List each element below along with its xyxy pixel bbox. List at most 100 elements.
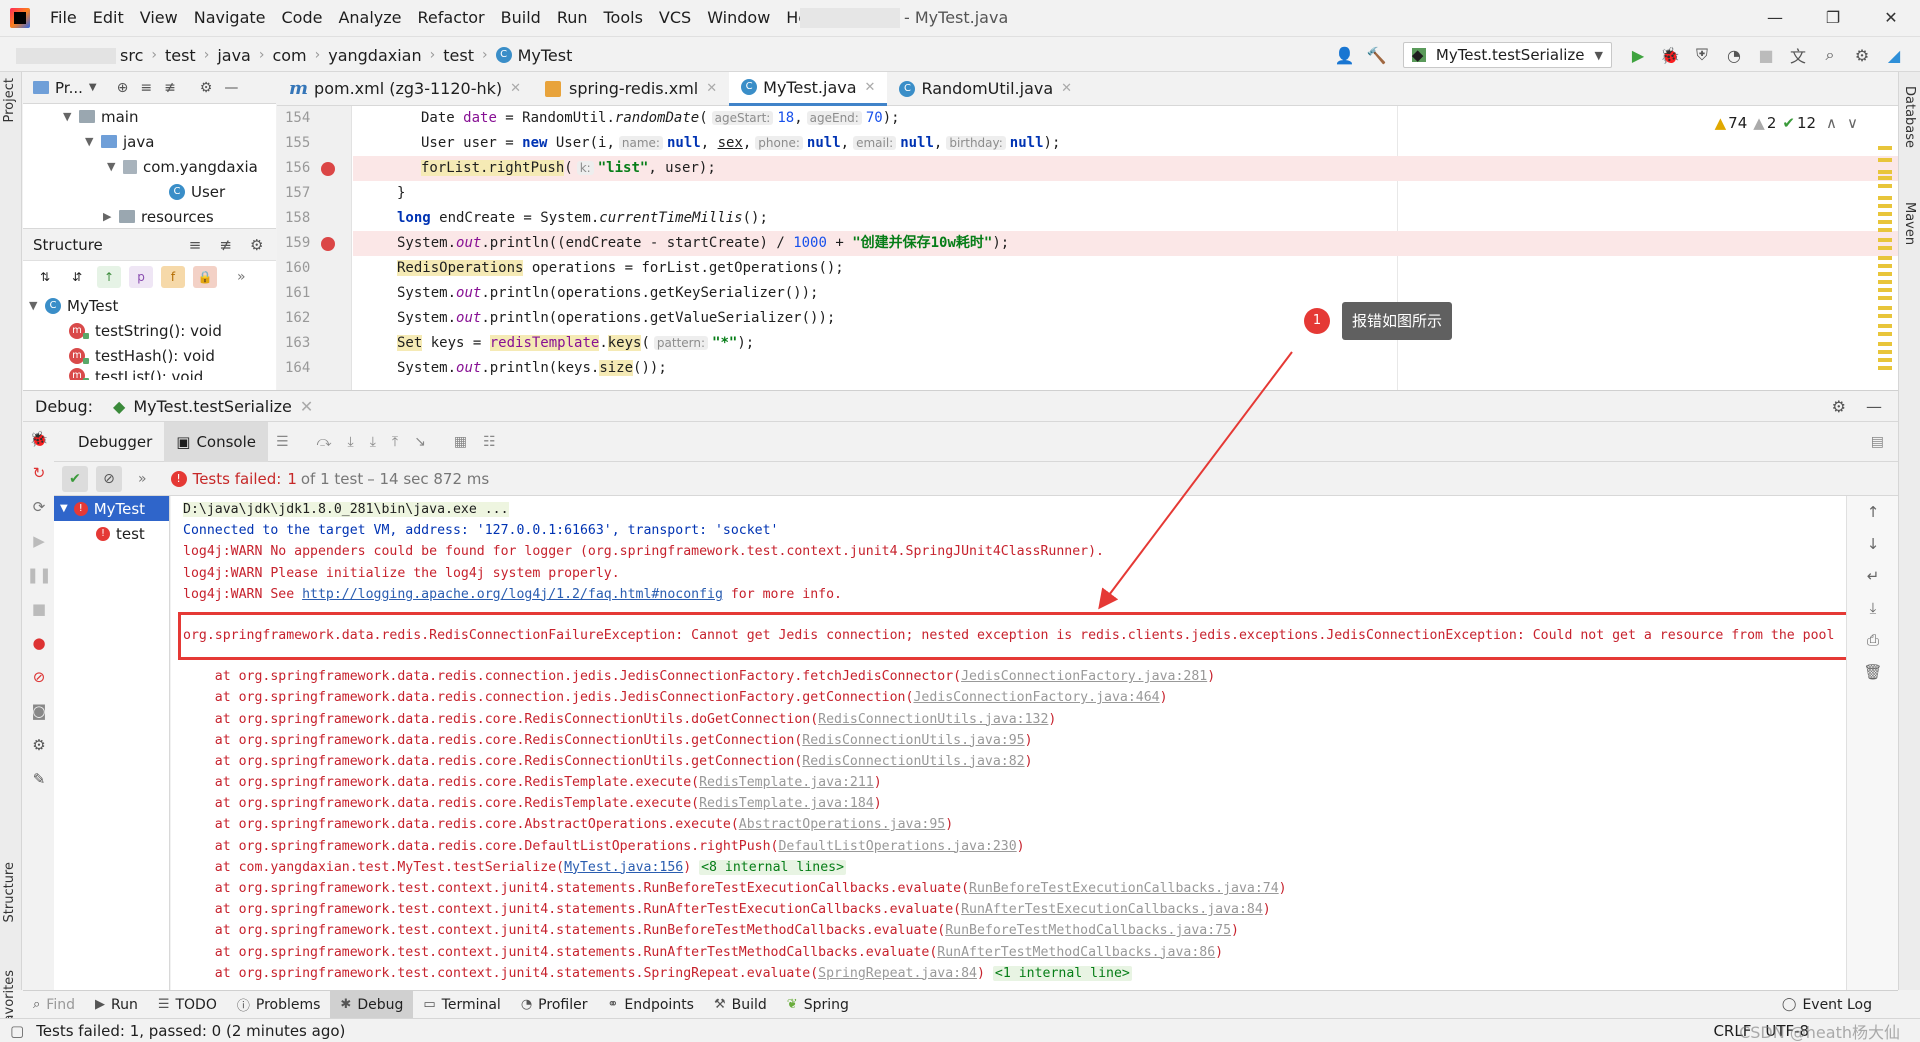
- line-number-breakpoint[interactable]: 156: [277, 156, 351, 181]
- inspection-widget[interactable]: ▲ 74 ▲ 2 ✔ 12 ∧ ∨: [1709, 114, 1858, 132]
- sort-alpha-icon[interactable]: ⇵: [65, 266, 89, 288]
- warning-marker[interactable]: [1878, 146, 1892, 150]
- source-link[interactable]: RedisConnectionUtils.java:132: [818, 712, 1048, 727]
- view-breakpoints-icon[interactable]: ●: [23, 626, 55, 660]
- arrow-up-icon[interactable]: ↑: [1847, 496, 1899, 528]
- chevron-double-right-icon[interactable]: »: [237, 269, 246, 285]
- warning-marker[interactable]: [1878, 204, 1892, 208]
- tab-console[interactable]: ▣ Console: [164, 421, 268, 462]
- hammer-icon[interactable]: 🔨: [1365, 43, 1389, 67]
- expand-all-icon[interactable]: ≡: [189, 236, 202, 254]
- warning-marker[interactable]: [1878, 256, 1892, 260]
- tab-debugger[interactable]: Debugger: [66, 422, 164, 462]
- source-link[interactable]: DefaultListOperations.java:230: [778, 839, 1016, 854]
- arrow-down-icon[interactable]: ↓: [1847, 528, 1899, 560]
- warning-marker[interactable]: [1878, 342, 1892, 346]
- trace-icon[interactable]: ☷: [483, 434, 496, 450]
- chevron-double-right-icon[interactable]: »: [138, 471, 147, 487]
- menu-file[interactable]: File: [42, 0, 85, 36]
- breakpoint-icon[interactable]: [321, 162, 335, 176]
- evaluate-icon[interactable]: ▦: [454, 434, 467, 450]
- warning-marker[interactable]: [1878, 246, 1892, 250]
- profile-icon[interactable]: ◔: [1722, 43, 1746, 67]
- breadcrumb-src[interactable]: src: [120, 46, 143, 65]
- mute-breakpoints-icon[interactable]: ⊘: [23, 660, 55, 694]
- maven-tool-button[interactable]: Maven: [1902, 202, 1917, 245]
- console-output[interactable]: D:\java\jdk\jdk1.8.0_281\bin\java.exe ..…: [171, 496, 1846, 990]
- breakpoint-icon[interactable]: [321, 237, 335, 251]
- source-link[interactable]: RunAfterTestExecutionCallbacks.java:84: [961, 902, 1263, 917]
- test-tree-item-mytest[interactable]: ▼ ! MyTest: [54, 496, 169, 521]
- warning-marker[interactable]: [1878, 296, 1892, 300]
- warning-marker[interactable]: [1878, 314, 1892, 318]
- expand-all-icon[interactable]: ≡: [140, 80, 152, 96]
- project-view-selector[interactable]: Pr...: [55, 79, 83, 97]
- close-icon[interactable]: ✕: [1862, 0, 1920, 36]
- source-link[interactable]: RedisConnectionUtils.java:82: [802, 754, 1024, 769]
- rerun-failed-icon[interactable]: ↻: [23, 456, 55, 490]
- close-icon[interactable]: ✕: [706, 81, 717, 96]
- source-link[interactable]: RunAfterTestMethodCallbacks.java:86: [937, 945, 1215, 960]
- tool-run[interactable]: ▶ Run: [85, 991, 148, 1019]
- run-configuration-dropdown[interactable]: ◆ MyTest.testSerialize ▼: [1402, 42, 1612, 68]
- warning-marker[interactable]: [1878, 324, 1892, 328]
- warning-marker[interactable]: [1878, 366, 1892, 370]
- layout-toggle-icon[interactable]: ▢: [10, 1022, 24, 1040]
- warning-marker[interactable]: [1878, 170, 1892, 174]
- source-link[interactable]: RedisConnectionUtils.java:95: [802, 733, 1024, 748]
- project-tool-button[interactable]: Project: [2, 78, 17, 122]
- sort-visibility-icon[interactable]: ⇅: [33, 266, 57, 288]
- force-step-into-icon[interactable]: ⤓: [370, 434, 376, 450]
- stop-icon[interactable]: ■: [1754, 43, 1778, 67]
- show-inherited-icon[interactable]: ↑: [97, 266, 121, 288]
- source-link[interactable]: SpringRepeat.java:84: [818, 966, 977, 981]
- editor-gutter[interactable]: 154 155 156 157 158 159 160 161 162 163 …: [277, 106, 352, 390]
- warning-marker[interactable]: [1878, 332, 1892, 336]
- breadcrumb-com[interactable]: com: [272, 46, 306, 65]
- code-area[interactable]: Date date = RandomUtil.randomDate(ageSta…: [353, 106, 1898, 390]
- source-link[interactable]: JedisConnectionFactory.java:281: [961, 669, 1207, 684]
- debug-session-tab[interactable]: ◆ MyTest.testSerialize ✕: [113, 397, 313, 416]
- tool-debug[interactable]: ✱ Debug: [330, 990, 414, 1019]
- show-properties-icon[interactable]: p: [129, 266, 153, 288]
- tool-endpoints[interactable]: ⚭ Endpoints: [597, 991, 704, 1019]
- line-number-breakpoint[interactable]: 159: [277, 231, 351, 256]
- tool-build[interactable]: ⚒ Build: [704, 991, 777, 1019]
- tool-todo[interactable]: ☰ TODO: [148, 991, 227, 1019]
- warning-marker[interactable]: [1878, 272, 1892, 276]
- tree-item[interactable]: m testHash(): void: [23, 343, 276, 368]
- warning-marker[interactable]: [1878, 158, 1892, 162]
- warning-marker[interactable]: [1878, 350, 1892, 354]
- maximize-icon[interactable]: ❐: [1804, 0, 1862, 36]
- coverage-icon[interactable]: ⛨: [1690, 43, 1714, 67]
- hide-icon[interactable]: —: [224, 80, 238, 96]
- tree-item[interactable]: m testList(): void: [23, 368, 276, 380]
- error-stripe[interactable]: [1878, 146, 1892, 376]
- layout-icon[interactable]: ▤: [1871, 434, 1884, 450]
- warning-marker[interactable]: [1878, 220, 1892, 224]
- gear-icon[interactable]: ⚙: [250, 236, 263, 254]
- run-to-cursor-icon[interactable]: ↘: [414, 434, 426, 450]
- rerun-debug-icon[interactable]: 🐞: [23, 422, 55, 456]
- stop-icon[interactable]: ■: [23, 592, 55, 626]
- chevron-up-icon[interactable]: ∧: [1826, 114, 1837, 132]
- minimize-icon[interactable]: —: [1746, 0, 1804, 36]
- collapsed-frames[interactable]: <1 internal line>: [992, 965, 1132, 981]
- source-link[interactable]: MyTest.java:156: [564, 860, 683, 875]
- tool-terminal[interactable]: ▭ Terminal: [413, 991, 510, 1019]
- menu-navigate[interactable]: Navigate: [186, 0, 274, 36]
- hide-icon[interactable]: —: [1866, 397, 1882, 416]
- breadcrumb-test[interactable]: test: [165, 46, 196, 65]
- menu-icon[interactable]: ☰: [276, 434, 289, 450]
- breadcrumb-yangdaxian[interactable]: yangdaxian: [328, 46, 421, 65]
- collapse-all-icon[interactable]: ≢: [219, 236, 232, 254]
- tool-find[interactable]: ⌕ Find: [23, 991, 85, 1019]
- warning-marker[interactable]: [1878, 288, 1892, 292]
- chevron-down-icon[interactable]: ∨: [1847, 114, 1858, 132]
- test-tree-item-test[interactable]: ! test: [54, 521, 169, 546]
- gear-icon[interactable]: ⚙: [1832, 397, 1846, 416]
- tree-item[interactable]: ▼ main: [23, 104, 276, 129]
- tool-problems[interactable]: ⓘ Problems: [227, 991, 331, 1019]
- source-link[interactable]: AbstractOperations.java:95: [739, 817, 945, 832]
- gear-icon[interactable]: ⚙: [1850, 43, 1874, 67]
